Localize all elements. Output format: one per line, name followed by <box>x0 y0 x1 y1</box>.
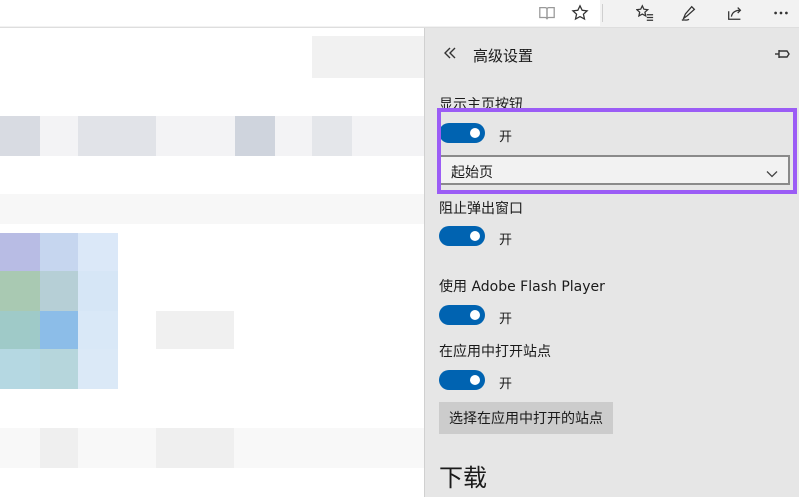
block-popups-label: 阻止弹出窗口 <box>439 201 523 217</box>
toolbar-divider <box>602 4 603 22</box>
share-icon[interactable] <box>720 0 750 26</box>
flash-player-toggle-state: 开 <box>499 312 513 327</box>
advanced-settings-panel: 高级设置 显示主页按钮 开 起始页 阻止弹出窗口 开 使用 Adobe Flas… <box>424 28 799 497</box>
open-in-apps-label: 在应用中打开站点 <box>439 344 551 360</box>
browser-toolbar <box>0 0 799 28</box>
home-page-select[interactable]: 起始页 <box>439 155 790 185</box>
home-button-toggle[interactable] <box>439 123 485 143</box>
choose-sites-button[interactable]: 选择在应用中打开的站点 <box>439 402 613 434</box>
reading-view-icon[interactable] <box>532 0 562 26</box>
back-chevrons-icon[interactable] <box>441 44 459 62</box>
home-button-label: 显示主页按钮 <box>439 97 523 113</box>
panel-title: 高级设置 <box>473 47 534 65</box>
block-popups-toggle-state: 开 <box>499 233 513 248</box>
pin-icon[interactable] <box>773 45 791 63</box>
favorites-hub-icon[interactable] <box>630 0 660 26</box>
downloads-heading: 下载 <box>439 464 487 492</box>
flash-player-label: 使用 Adobe Flash Player <box>439 279 605 295</box>
open-in-apps-toggle[interactable] <box>439 370 485 390</box>
chevron-down-icon <box>766 165 778 178</box>
address-bar[interactable] <box>0 0 600 26</box>
favorite-star-icon[interactable] <box>565 0 595 26</box>
panel-header: 高级设置 <box>425 28 799 80</box>
more-icon[interactable] <box>766 0 796 26</box>
flash-player-toggle[interactable] <box>439 305 485 325</box>
home-button-toggle-state: 开 <box>499 130 513 145</box>
blurred-web-page <box>0 28 424 497</box>
open-in-apps-toggle-state: 开 <box>499 377 513 392</box>
home-page-select-value: 起始页 <box>451 165 493 181</box>
pen-icon[interactable] <box>674 0 704 26</box>
block-popups-toggle[interactable] <box>439 226 485 246</box>
